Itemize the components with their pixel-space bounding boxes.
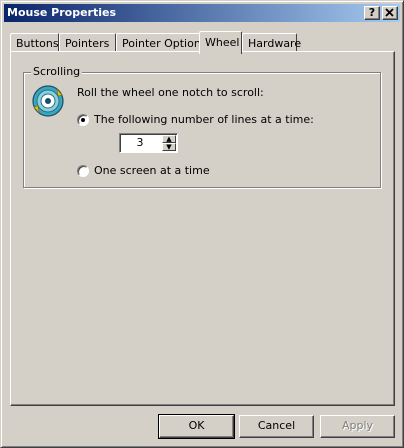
radio-selected-dot — [81, 118, 85, 122]
cancel-label: Cancel — [257, 419, 296, 432]
tab-label: Hardware — [248, 37, 302, 50]
tab-buttons[interactable]: Buttons — [10, 33, 59, 52]
one-screen-label: One screen at a time — [94, 164, 210, 177]
wheel-tab-panel: Scrolling Roll the wheel one notch to sc… — [10, 51, 395, 406]
tab-strip: Buttons Pointers Pointer Options Wheel H… — [10, 31, 394, 54]
help-button[interactable]: ? — [364, 6, 380, 20]
window-title: Mouse Properties — [7, 6, 117, 19]
tab-label: Buttons — [16, 37, 59, 50]
ok-button[interactable]: OK — [158, 414, 235, 439]
scroll-instruction-text: Roll the wheel one notch to scroll: — [77, 86, 264, 99]
close-button[interactable] — [382, 6, 398, 20]
scrolling-group-title: Scrolling — [31, 65, 83, 78]
tab-label: Pointers — [65, 37, 110, 50]
cancel-button[interactable]: Cancel — [239, 415, 314, 438]
arrow-up-icon: ▲ — [166, 135, 172, 143]
lines-spinbox[interactable]: 3 ▲ ▼ — [119, 133, 178, 153]
title-bar[interactable]: Mouse Properties ? — [4, 4, 400, 22]
apply-label: Apply — [341, 419, 374, 432]
tab-hardware[interactable]: Hardware — [242, 33, 301, 52]
lines-value[interactable]: 3 — [120, 136, 160, 149]
tab-wheel[interactable]: Wheel — [199, 31, 242, 54]
tab-pointer-options[interactable]: Pointer Options — [116, 33, 207, 52]
tab-label: Wheel — [205, 36, 240, 49]
help-icon: ? — [368, 6, 376, 19]
spin-up-button[interactable]: ▲ — [162, 135, 176, 143]
arrow-down-icon: ▼ — [166, 143, 172, 151]
radio-indicator[interactable] — [77, 114, 89, 126]
tab-label: Pointer Options — [122, 37, 207, 50]
apply-button[interactable]: Apply — [320, 415, 395, 438]
lines-at-a-time-label: The following number of lines at a time: — [94, 113, 314, 126]
ok-label: OK — [188, 419, 205, 432]
mouse-wheel-icon — [32, 85, 64, 117]
radio-indicator[interactable] — [77, 165, 89, 177]
close-icon — [385, 8, 394, 17]
mouse-properties-window: Mouse Properties ? Buttons Pointers Poin… — [0, 0, 404, 448]
tab-pointers[interactable]: Pointers — [59, 33, 116, 52]
spin-down-button[interactable]: ▼ — [162, 143, 176, 151]
